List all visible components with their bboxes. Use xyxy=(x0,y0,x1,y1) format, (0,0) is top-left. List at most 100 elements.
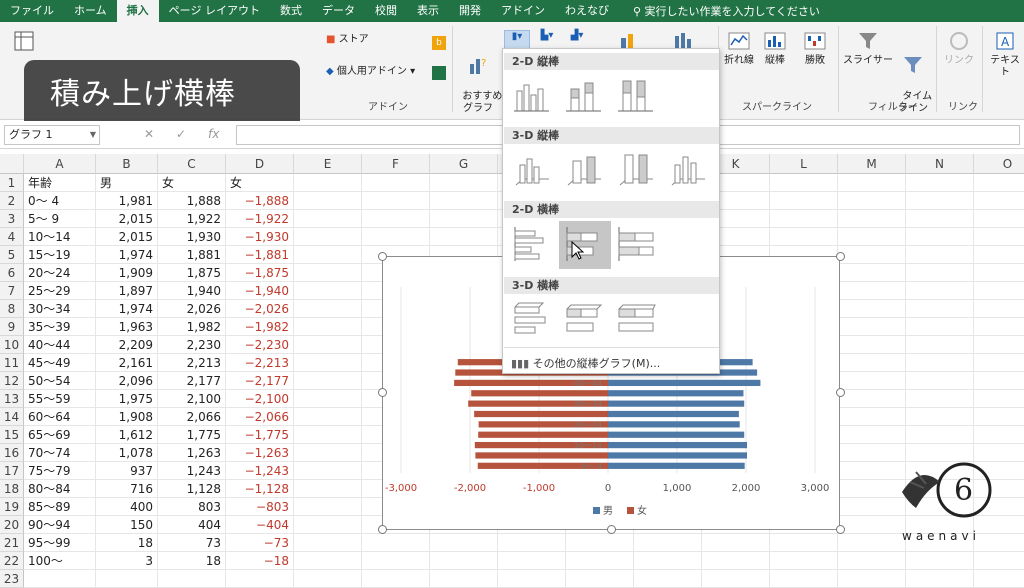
row-header-12[interactable]: 12 xyxy=(0,372,24,390)
cell-N2[interactable] xyxy=(906,192,974,210)
cell-M7[interactable] xyxy=(838,282,906,300)
cell-D12[interactable]: −2,177 xyxy=(226,372,294,390)
enter-icon[interactable]: ✓ xyxy=(176,127,186,141)
cell-O8[interactable] xyxy=(974,300,1024,318)
3d-stacked-bar-icon[interactable] xyxy=(563,301,605,339)
cell-D1[interactable]: 女 xyxy=(226,174,294,192)
bar-male-1[interactable] xyxy=(608,452,748,459)
row-header-7[interactable]: 7 xyxy=(0,282,24,300)
cell-M5[interactable] xyxy=(838,246,906,264)
cell-N14[interactable] xyxy=(906,408,974,426)
cell-B14[interactable]: 1,908 xyxy=(96,408,158,426)
cell-E18[interactable] xyxy=(294,480,362,498)
cell-A2[interactable]: 0～ 4 xyxy=(24,192,96,210)
cell-D17[interactable]: −1,243 xyxy=(226,462,294,480)
tab-home[interactable]: ホーム xyxy=(64,0,117,22)
chart-resize-handle[interactable] xyxy=(378,252,387,261)
bar-male-4[interactable] xyxy=(608,421,740,428)
cell-C2[interactable]: 1,888 xyxy=(158,192,226,210)
cell-O7[interactable] xyxy=(974,282,1024,300)
cell-D20[interactable]: −404 xyxy=(226,516,294,534)
chart-resize-handle[interactable] xyxy=(836,252,845,261)
cell-A21[interactable]: 95～99 xyxy=(24,534,96,552)
cell-B19[interactable]: 400 xyxy=(96,498,158,516)
cell-M8[interactable] xyxy=(838,300,906,318)
cell-D6[interactable]: −1,875 xyxy=(226,264,294,282)
cell-O15[interactable] xyxy=(974,426,1024,444)
text-button[interactable]: A テキスト xyxy=(986,30,1024,79)
cell-D15[interactable]: −1,775 xyxy=(226,426,294,444)
cancel-icon[interactable]: ✕ xyxy=(144,127,154,141)
cell-C11[interactable]: 2,213 xyxy=(158,354,226,372)
cell-A14[interactable]: 60～64 xyxy=(24,408,96,426)
cell-E9[interactable] xyxy=(294,318,362,336)
cell-B15[interactable]: 1,612 xyxy=(96,426,158,444)
cell-D23[interactable] xyxy=(226,570,294,588)
cell-B8[interactable]: 1,974 xyxy=(96,300,158,318)
cell-E13[interactable] xyxy=(294,390,362,408)
cell-B5[interactable]: 1,974 xyxy=(96,246,158,264)
tab-data[interactable]: データ xyxy=(312,0,365,22)
cell-J22[interactable] xyxy=(634,552,702,570)
cell-D2[interactable]: −1,888 xyxy=(226,192,294,210)
cell-M11[interactable] xyxy=(838,354,906,372)
percent-stacked-column-icon[interactable] xyxy=(615,77,657,115)
cell-B9[interactable]: 1,963 xyxy=(96,318,158,336)
cell-D21[interactable]: −73 xyxy=(226,534,294,552)
cell-F3[interactable] xyxy=(362,210,430,228)
column-header-G[interactable]: G xyxy=(430,154,498,174)
cell-E14[interactable] xyxy=(294,408,362,426)
cell-L22[interactable] xyxy=(770,552,838,570)
cell-I21[interactable] xyxy=(566,534,634,552)
chart-resize-handle[interactable] xyxy=(607,525,616,534)
cell-F23[interactable] xyxy=(362,570,430,588)
row-header-22[interactable]: 22 xyxy=(0,552,24,570)
cell-A19[interactable]: 85～89 xyxy=(24,498,96,516)
row-header-1[interactable]: 1 xyxy=(0,174,24,192)
sparkline-column-button[interactable]: 縦棒 xyxy=(760,30,790,67)
cell-C15[interactable]: 1,775 xyxy=(158,426,226,444)
cell-C9[interactable]: 1,982 xyxy=(158,318,226,336)
cell-E15[interactable] xyxy=(294,426,362,444)
row-header-10[interactable]: 10 xyxy=(0,336,24,354)
cell-E4[interactable] xyxy=(294,228,362,246)
cell-D19[interactable]: −803 xyxy=(226,498,294,516)
cell-D3[interactable]: −1,922 xyxy=(226,210,294,228)
column-header-C[interactable]: C xyxy=(158,154,226,174)
tab-addins[interactable]: アドイン xyxy=(491,0,555,22)
tab-insert[interactable]: 挿入 xyxy=(116,0,159,22)
cell-C14[interactable]: 2,066 xyxy=(158,408,226,426)
cell-E16[interactable] xyxy=(294,444,362,462)
tab-formulas[interactable]: 数式 xyxy=(270,0,312,22)
column-header-L[interactable]: L xyxy=(770,154,838,174)
cell-M12[interactable] xyxy=(838,372,906,390)
row-header-2[interactable]: 2 xyxy=(0,192,24,210)
cell-E5[interactable] xyxy=(294,246,362,264)
bing-icon[interactable]: b xyxy=(432,36,446,50)
name-box[interactable]: グラフ 1 ▼ xyxy=(4,125,100,145)
row-header-9[interactable]: 9 xyxy=(0,318,24,336)
row-header-8[interactable]: 8 xyxy=(0,300,24,318)
cell-M2[interactable] xyxy=(838,192,906,210)
cell-N1[interactable] xyxy=(906,174,974,192)
row-header-15[interactable]: 15 xyxy=(0,426,24,444)
row-header-17[interactable]: 17 xyxy=(0,462,24,480)
cell-O1[interactable] xyxy=(974,174,1024,192)
cell-M23[interactable] xyxy=(838,570,906,588)
row-header-18[interactable]: 18 xyxy=(0,480,24,498)
cell-B17[interactable]: 937 xyxy=(96,462,158,480)
bar-male-3[interactable] xyxy=(608,431,745,438)
pivot-table-button[interactable]: ピ xyxy=(4,30,44,55)
cell-N12[interactable] xyxy=(906,372,974,390)
cell-C21[interactable]: 73 xyxy=(158,534,226,552)
cell-A11[interactable]: 45～49 xyxy=(24,354,96,372)
column-chart-button[interactable]: ▮▾ xyxy=(504,30,530,50)
cell-M10[interactable] xyxy=(838,336,906,354)
cell-L4[interactable] xyxy=(770,228,838,246)
cell-B23[interactable] xyxy=(96,570,158,588)
cell-L3[interactable] xyxy=(770,210,838,228)
tab-waenavi[interactable]: わえなび xyxy=(555,0,619,22)
cell-H22[interactable] xyxy=(498,552,566,570)
cell-N23[interactable] xyxy=(906,570,974,588)
cell-M22[interactable] xyxy=(838,552,906,570)
